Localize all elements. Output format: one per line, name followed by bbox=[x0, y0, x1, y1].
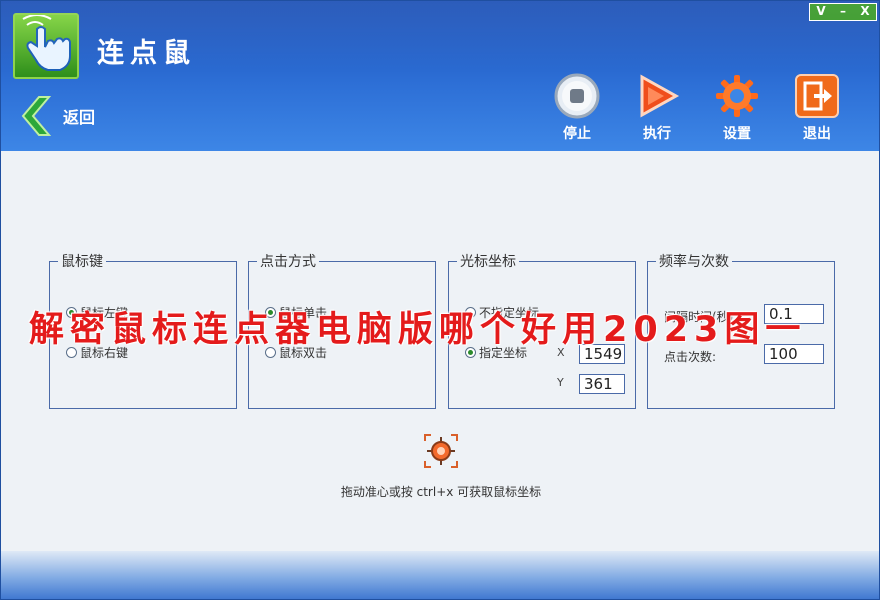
header-bar: 连点鼠 V – X 返回 停止 执行 设置 退出 bbox=[1, 1, 879, 151]
settings-button[interactable]: 设置 bbox=[705, 73, 769, 143]
exit-icon bbox=[795, 74, 839, 118]
minimize-button[interactable]: – bbox=[832, 4, 854, 20]
group-title: 点击方式 bbox=[257, 251, 319, 271]
window-controls: V – X bbox=[809, 3, 877, 21]
app-title: 连点鼠 bbox=[97, 38, 196, 69]
app-window: 连点鼠 V – X 返回 停止 执行 设置 退出 鼠标键 鼠标左键 鼠标右键 点… bbox=[0, 0, 880, 600]
y-label: Y bbox=[557, 376, 564, 389]
play-icon bbox=[640, 74, 680, 118]
crosshair-target[interactable] bbox=[423, 433, 459, 469]
stop-button[interactable]: 停止 bbox=[545, 73, 609, 143]
run-button[interactable]: 执行 bbox=[625, 73, 689, 143]
run-label: 执行 bbox=[643, 126, 671, 142]
hand-cursor-icon bbox=[22, 14, 71, 71]
y-coord-input[interactable]: 361 bbox=[579, 374, 625, 394]
back-label: 返回 bbox=[63, 108, 96, 127]
crosshair-icon bbox=[424, 434, 458, 468]
exit-button[interactable]: 退出 bbox=[785, 73, 849, 143]
app-logo bbox=[13, 13, 79, 79]
stop-label: 停止 bbox=[563, 126, 591, 142]
group-title: 鼠标键 bbox=[58, 251, 106, 271]
watermark-overlay-text: 解密鼠标连点器电脑版哪个好用2023图一 bbox=[29, 310, 807, 350]
exit-label: 退出 bbox=[803, 126, 831, 142]
footer-band bbox=[1, 551, 879, 599]
group-title: 频率与次数 bbox=[656, 251, 732, 271]
close-button[interactable]: X bbox=[854, 4, 876, 20]
hint-text: 拖动准心或按 ctrl+x 可获取鼠标坐标 bbox=[340, 485, 542, 499]
back-button[interactable]: 返回 bbox=[19, 95, 95, 137]
stop-icon bbox=[554, 73, 600, 119]
settings-label: 设置 bbox=[723, 126, 751, 142]
menu-button[interactable]: V bbox=[810, 4, 832, 20]
group-title: 光标坐标 bbox=[457, 251, 519, 271]
chevron-left-icon bbox=[21, 96, 52, 136]
gear-icon bbox=[716, 75, 758, 117]
